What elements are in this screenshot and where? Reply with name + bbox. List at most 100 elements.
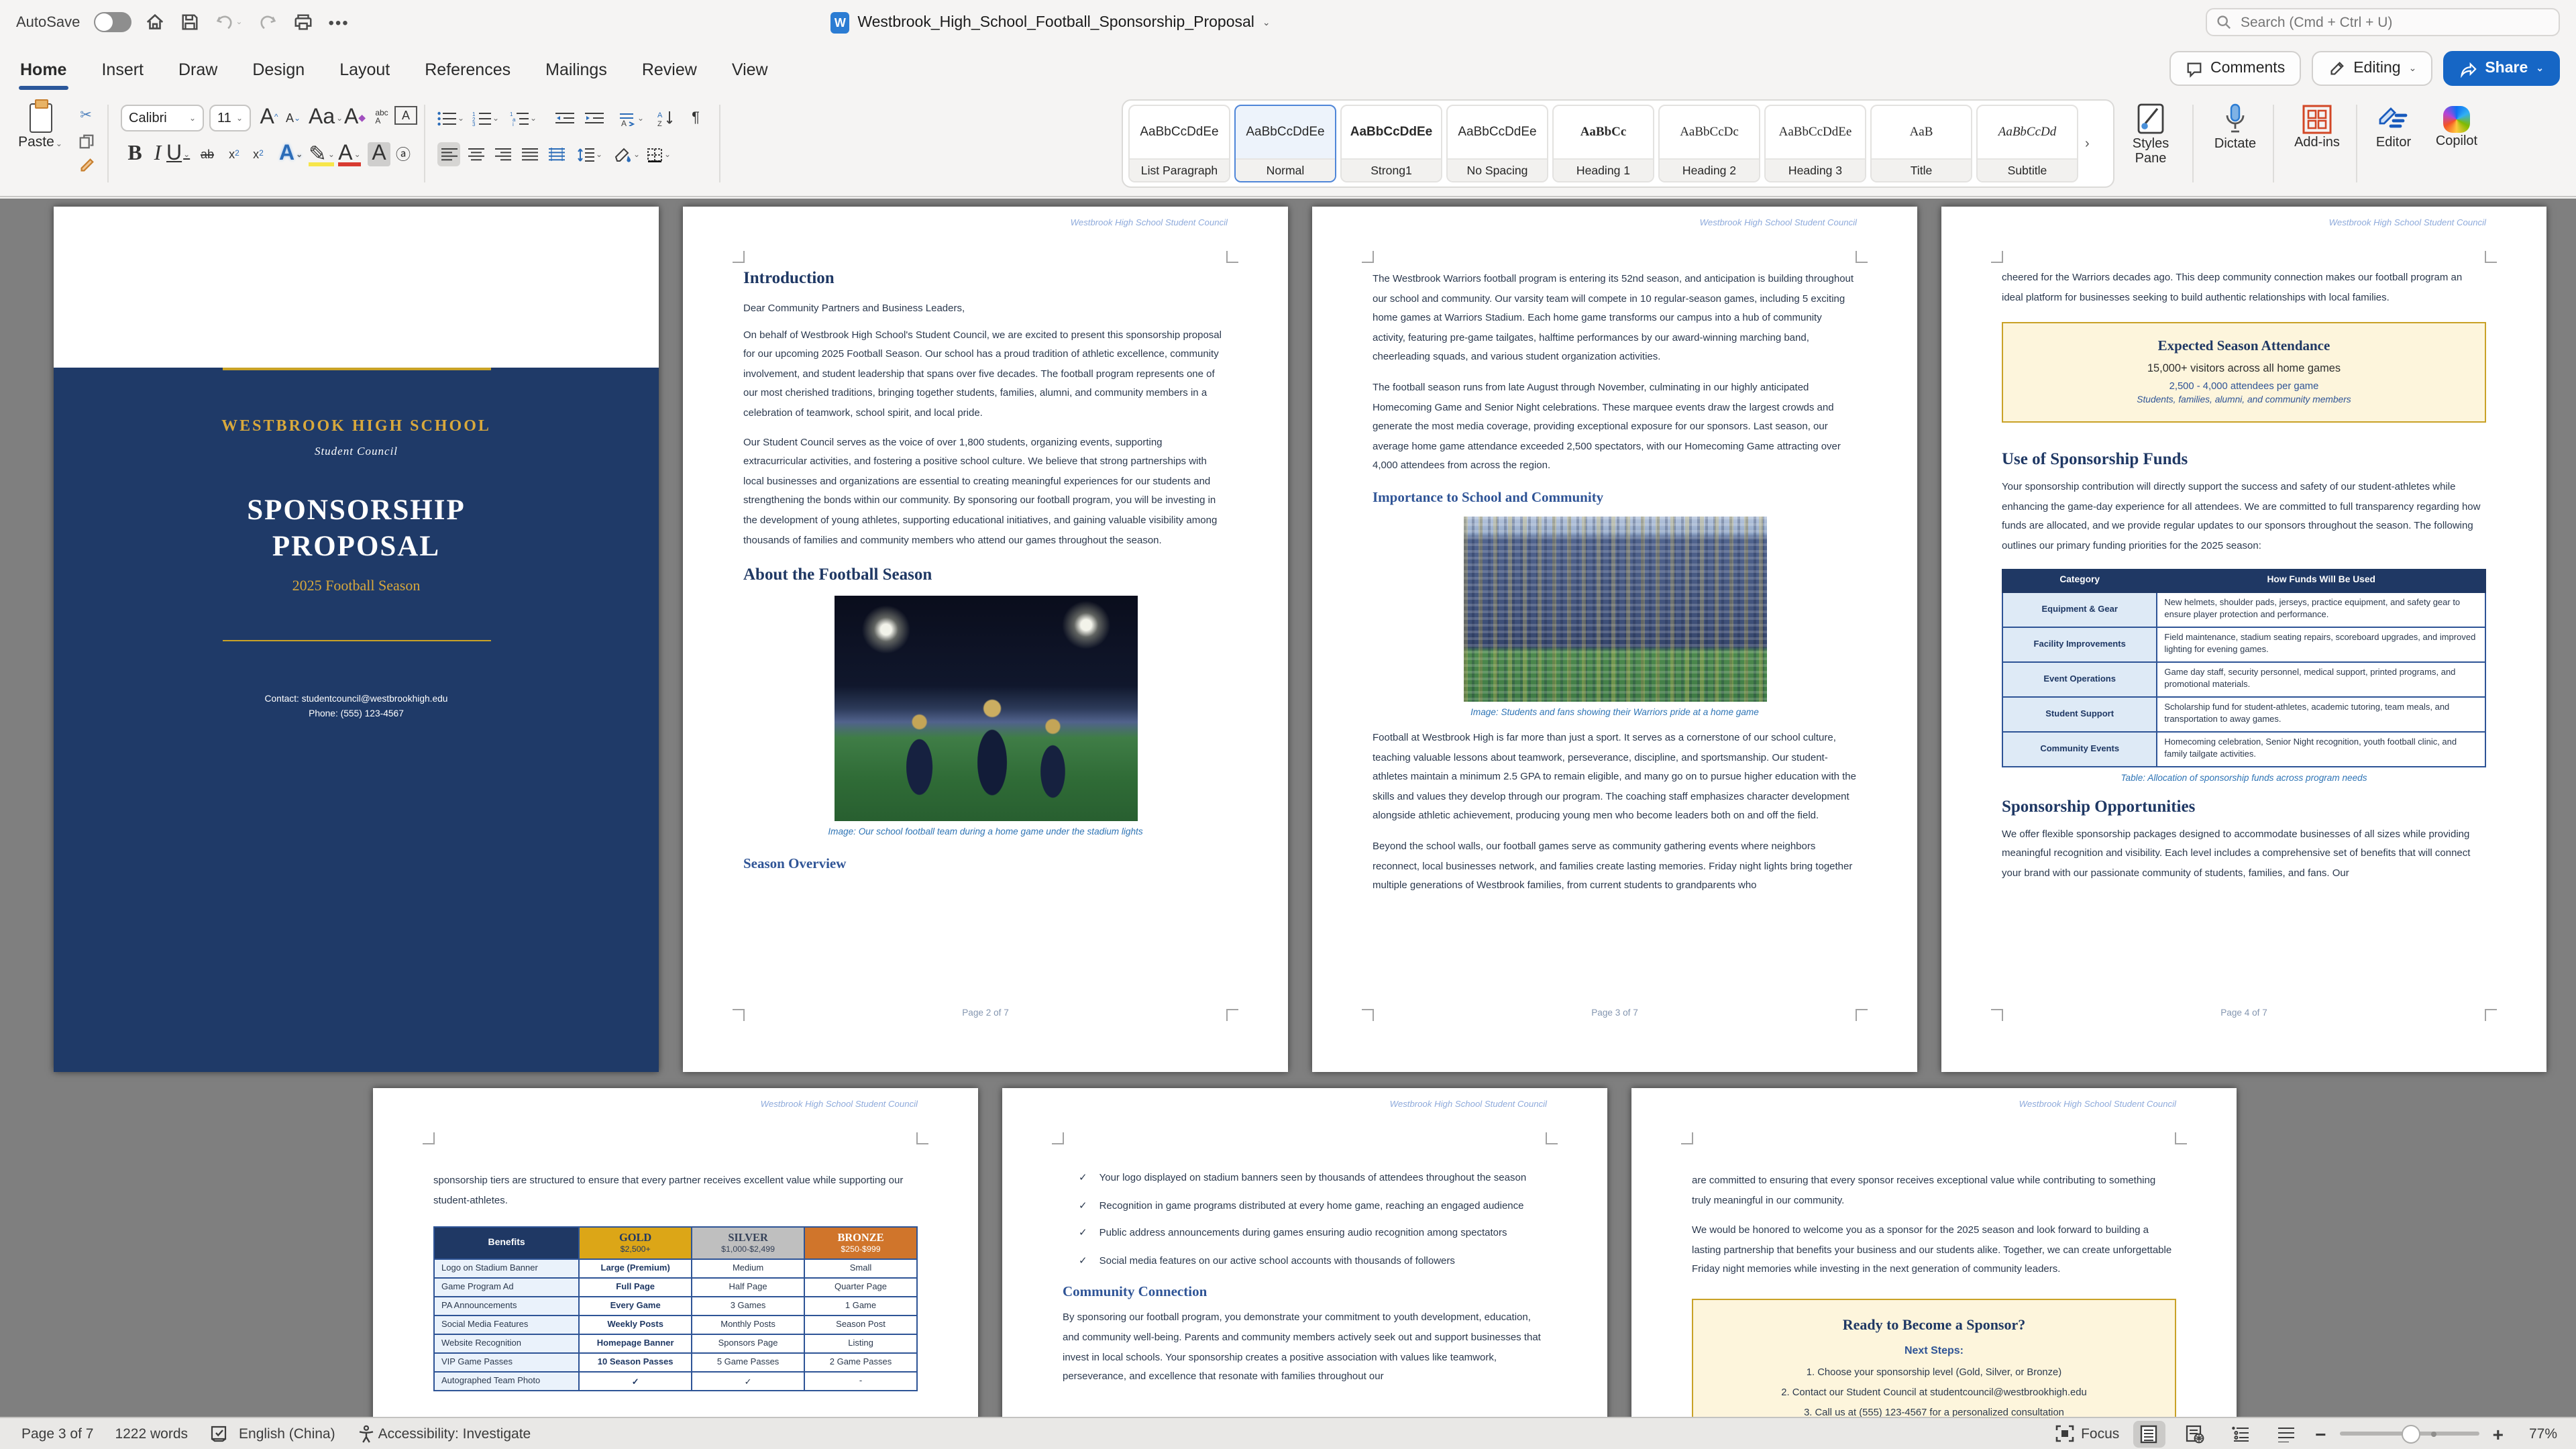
numbered-list-icon[interactable]: 123⌄: [472, 106, 499, 130]
line-spacing-icon[interactable]: ⌄: [577, 142, 602, 166]
zoom-slider-knob[interactable]: [2402, 1424, 2420, 1443]
share-button[interactable]: Share⌄: [2443, 51, 2560, 86]
sort-icon[interactable]: AZ: [655, 106, 678, 130]
enclose-characters-icon[interactable]: ⓐ: [392, 142, 415, 166]
multilevel-list-icon[interactable]: 1ai⌄: [510, 106, 537, 130]
borders-icon[interactable]: ⌄: [647, 142, 671, 166]
editor-button[interactable]: Editor: [2364, 101, 2423, 151]
phonetic-guide-icon[interactable]: abcA: [370, 106, 393, 130]
style-no-spacing[interactable]: AaBbCcDdEe No Spacing: [1446, 105, 1548, 182]
style-list-paragraph[interactable]: AaBbCcDdEe List Paragraph: [1128, 105, 1230, 182]
page-6[interactable]: Westbrook High School Student Council ✓ …: [1002, 1088, 1607, 1417]
style-normal[interactable]: AaBbCcDdEe Normal: [1234, 105, 1336, 182]
draft-view-button[interactable]: [2269, 1420, 2302, 1447]
page-1-cover[interactable]: WESTBROOK HIGH SCHOOL Student Council SP…: [54, 207, 659, 1072]
align-center-icon[interactable]: [464, 142, 487, 166]
print-layout-view-button[interactable]: [2133, 1420, 2165, 1447]
tab-home[interactable]: Home: [19, 57, 68, 81]
document-title[interactable]: Westbrook_High_School_Football_Sponsorsh…: [857, 14, 1254, 30]
tab-layout[interactable]: Layout: [338, 57, 391, 81]
accessibility-status[interactable]: Accessibility: Investigate: [378, 1426, 531, 1442]
underline-icon[interactable]: U⌄: [166, 142, 190, 166]
shading-icon[interactable]: ⌄: [614, 142, 640, 166]
increase-indent-icon[interactable]: [582, 106, 605, 130]
font-name-select[interactable]: Calibri⌄: [121, 105, 204, 131]
tab-view[interactable]: View: [731, 57, 769, 81]
image-caption: Image: Our school football team during a…: [743, 828, 1228, 837]
table-row: Event Operations Game day staff, securit…: [2002, 661, 2485, 696]
funds-table: Category How Funds Will Be Used Equipmen…: [2002, 568, 2486, 767]
strikethrough-icon[interactable]: ab: [196, 142, 219, 166]
addins-button[interactable]: Add-ins: [2284, 101, 2351, 151]
shrink-font-icon[interactable]: A⌄: [282, 106, 305, 130]
accessibility-icon[interactable]: [357, 1424, 376, 1443]
page-indicator[interactable]: Page 3 of 7: [21, 1426, 93, 1442]
distribute-icon[interactable]: [545, 142, 568, 166]
style-subtitle[interactable]: AaBbCcDd Subtitle: [1976, 105, 2078, 182]
decrease-indent-icon[interactable]: [553, 106, 576, 130]
zoom-slider[interactable]: [2340, 1432, 2479, 1436]
zoom-out-button[interactable]: −: [2315, 1423, 2326, 1444]
zoom-level[interactable]: 77%: [2517, 1426, 2557, 1442]
style-strong1[interactable]: AaBbCcDdEe Strong1: [1340, 105, 1442, 182]
copy-icon[interactable]: [77, 133, 95, 150]
align-right-icon[interactable]: [491, 142, 514, 166]
search-input[interactable]: [2238, 13, 2549, 32]
svg-text:A: A: [621, 118, 627, 125]
font-size-select[interactable]: 11⌄: [209, 105, 251, 131]
title-dropdown-icon[interactable]: ⌄: [1263, 17, 1271, 28]
justify-icon[interactable]: [518, 142, 541, 166]
page-4[interactable]: Westbrook High School Student Council ch…: [1941, 207, 2546, 1072]
styles-pane-button[interactable]: Styles Pane: [2120, 101, 2182, 166]
paragraph: are committed to ensuring that every spo…: [1692, 1171, 2176, 1210]
focus-button[interactable]: Focus: [2055, 1425, 2119, 1442]
style-title[interactable]: AaB Title: [1870, 105, 1972, 182]
clear-formatting-icon[interactable]: A◆: [343, 106, 366, 130]
copilot-button[interactable]: Copilot: [2426, 101, 2487, 150]
zoom-in-button[interactable]: +: [2493, 1423, 2504, 1444]
align-left-icon[interactable]: [437, 142, 460, 166]
language-indicator[interactable]: English (China): [239, 1426, 335, 1442]
proofing-icon[interactable]: [209, 1425, 228, 1442]
tab-mailings[interactable]: Mailings: [544, 57, 608, 81]
bold-icon[interactable]: B: [123, 142, 146, 166]
cut-icon[interactable]: ✂: [75, 105, 97, 126]
styles-gallery-expand-icon[interactable]: ›: [2085, 136, 2090, 151]
change-case-icon[interactable]: Aa⌄: [309, 106, 343, 130]
subscript-icon[interactable]: x2: [223, 142, 246, 166]
page-7[interactable]: Westbrook High School Student Council ar…: [1631, 1088, 2237, 1417]
tab-insert[interactable]: Insert: [100, 57, 145, 81]
outline-view-button[interactable]: [2224, 1420, 2256, 1447]
page-5[interactable]: Westbrook High School Student Council sp…: [373, 1088, 978, 1417]
grow-font-icon[interactable]: A^: [258, 106, 280, 130]
italic-icon[interactable]: I: [146, 142, 169, 166]
format-painter-icon[interactable]: [77, 157, 95, 174]
page-2[interactable]: Westbrook High School Student Council In…: [683, 207, 1288, 1072]
superscript-icon[interactable]: x2: [247, 142, 270, 166]
character-shading-icon[interactable]: A: [368, 142, 390, 166]
editing-mode-button[interactable]: Editing⌄: [2312, 51, 2432, 86]
bullet-list-icon[interactable]: ⌄: [437, 106, 464, 130]
style-heading-1[interactable]: AaBbCc Heading 1: [1552, 105, 1654, 182]
text-effects-icon[interactable]: A⌄: [279, 142, 303, 166]
web-layout-view-button[interactable]: [2178, 1420, 2210, 1447]
search-box[interactable]: [2206, 8, 2560, 36]
character-border-icon[interactable]: A: [394, 106, 417, 125]
tab-design[interactable]: Design: [251, 57, 306, 81]
comments-button[interactable]: Comments: [2169, 51, 2301, 86]
tab-references[interactable]: References: [423, 57, 512, 81]
page-3[interactable]: Westbrook High School Student Council Th…: [1312, 207, 1917, 1072]
highlight-color-icon[interactable]: ✎⌄: [309, 142, 335, 166]
tab-review[interactable]: Review: [641, 57, 698, 81]
font-color-icon[interactable]: A⌄: [338, 142, 361, 166]
word-count[interactable]: 1222 words: [115, 1426, 188, 1442]
paste-button[interactable]: Paste⌄: [13, 101, 67, 150]
tab-draw[interactable]: Draw: [177, 57, 219, 81]
show-marks-icon[interactable]: ¶: [684, 106, 707, 130]
style-heading-3[interactable]: AaBbCcDdEe Heading 3: [1764, 105, 1866, 182]
document-canvas[interactable]: WESTBROOK HIGH SCHOOL Student Council SP…: [0, 199, 2576, 1417]
dictate-button[interactable]: Dictate: [2203, 101, 2267, 152]
asian-layout-icon[interactable]: A⌄: [617, 106, 644, 130]
cover-contact: Contact: studentcouncil@westbrookhigh.ed…: [54, 692, 659, 722]
style-heading-2[interactable]: AaBbCcDc Heading 2: [1658, 105, 1760, 182]
